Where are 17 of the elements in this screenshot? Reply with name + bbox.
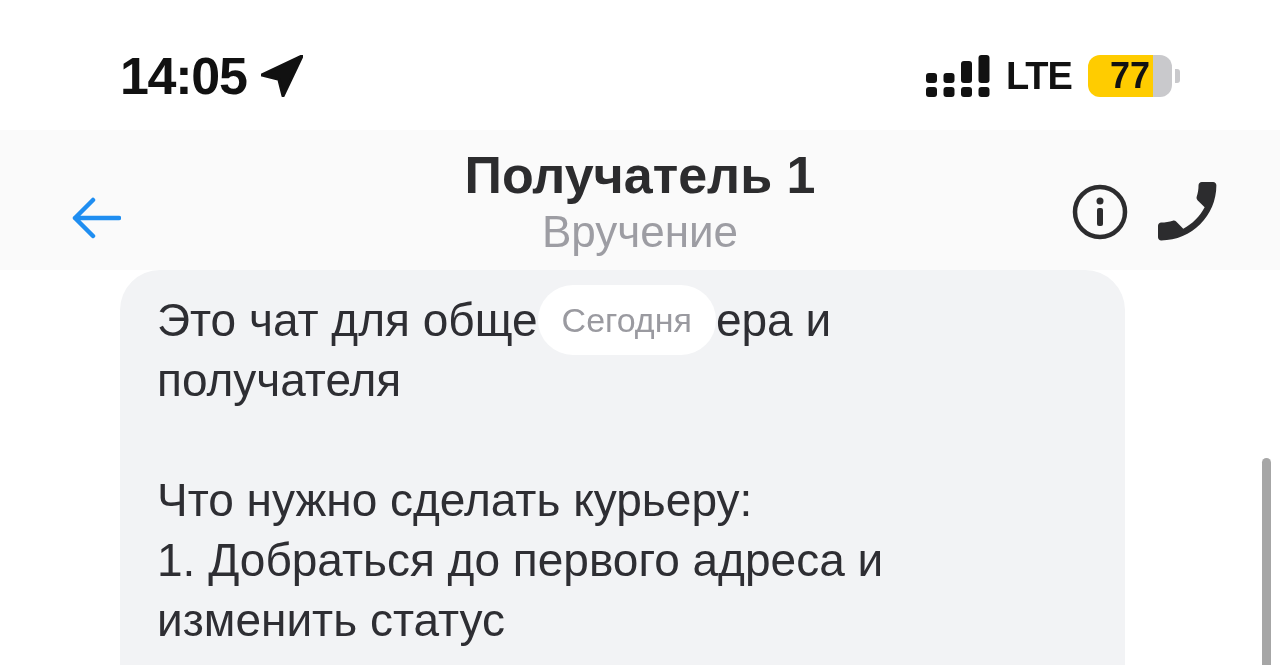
status-time: 14:05	[120, 50, 247, 102]
message-text: Что нужно сделать курьеру:	[157, 473, 754, 528]
message-text: ера и	[715, 293, 832, 348]
message-text: Это чат для обще	[157, 293, 538, 348]
location-arrow-icon	[260, 55, 303, 97]
battery-indicator: 77	[1088, 55, 1180, 97]
message-text: 1. Добраться до первого адреса и изменить статус	[157, 533, 885, 648]
date-chip: Сегодня	[537, 285, 716, 355]
back-arrow-icon	[71, 196, 121, 240]
chat-subtitle: Вручение	[541, 206, 739, 258]
message-text: получателя	[157, 353, 403, 408]
network-label: LTE	[1005, 57, 1072, 95]
info-button[interactable]	[1070, 182, 1130, 242]
info-icon	[1072, 184, 1128, 240]
phone-icon	[1158, 182, 1218, 242]
signal-icon	[925, 55, 990, 97]
chat-title: Получатель 1	[464, 145, 816, 206]
